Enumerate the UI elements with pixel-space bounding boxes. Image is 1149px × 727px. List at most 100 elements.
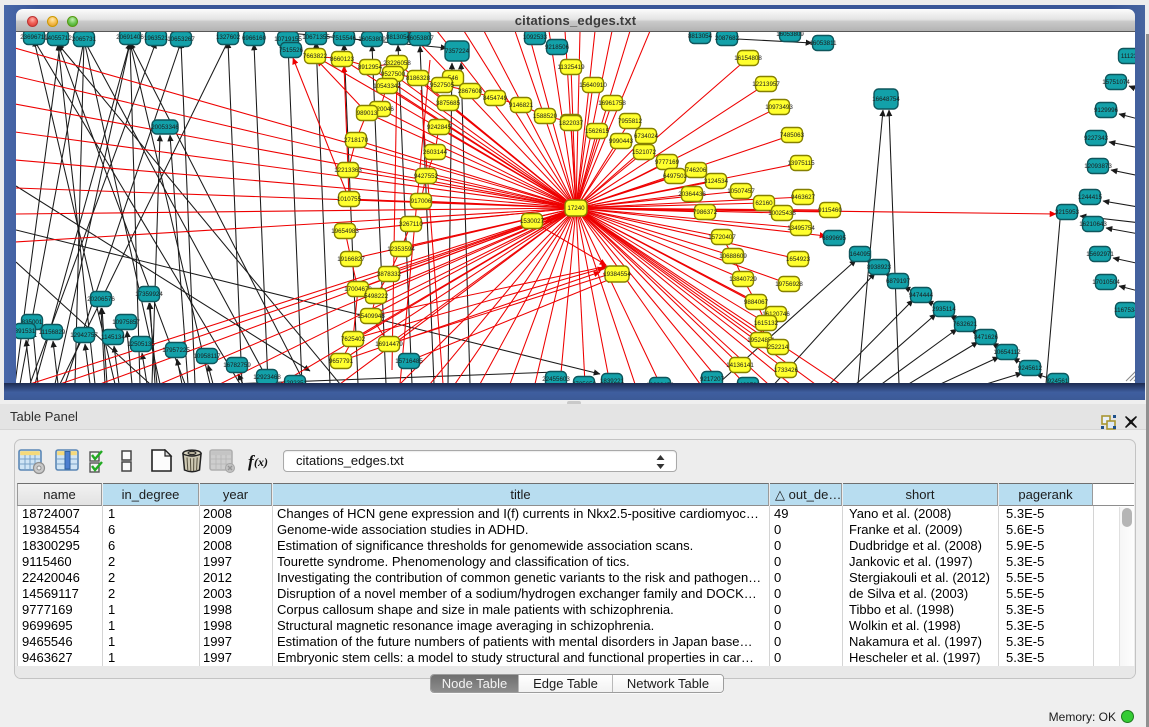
svg-text:9217207: 9217207 (700, 376, 725, 383)
svg-text:16914479: 16914479 (375, 341, 403, 348)
svg-text:16961758: 16961758 (598, 100, 626, 107)
svg-text:1963521: 1963521 (144, 35, 169, 42)
svg-text:15716485: 15716485 (395, 358, 423, 365)
svg-text:19756928: 19756928 (775, 281, 803, 288)
svg-text:1092533: 1092533 (523, 34, 548, 41)
svg-text:20364436: 20364436 (678, 191, 706, 198)
svg-text:16053811: 16053811 (809, 40, 837, 47)
svg-text:9129996: 9129996 (1094, 107, 1119, 114)
svg-text:10973493: 10973493 (765, 104, 793, 111)
svg-text:8660123: 8660123 (330, 56, 355, 63)
svg-text:16648754: 16648754 (872, 96, 900, 103)
svg-text:14055712: 14055712 (44, 35, 72, 42)
svg-text:10507457: 10507457 (727, 188, 755, 195)
svg-text:9245612: 9245612 (1018, 365, 1043, 372)
svg-text:2087682: 2087682 (715, 35, 740, 42)
svg-text:9527505: 9527505 (430, 82, 455, 89)
svg-text:8489709: 8489709 (736, 382, 761, 383)
svg-text:13495754: 13495754 (787, 225, 815, 232)
svg-text:7986372: 7986372 (693, 209, 718, 216)
svg-text:1292351: 1292351 (283, 380, 308, 383)
svg-text:17359924: 17359924 (135, 291, 163, 298)
svg-text:7632621: 7632621 (953, 321, 978, 328)
svg-text:5498222: 5498222 (364, 293, 389, 300)
svg-text:1839221: 1839221 (600, 378, 625, 383)
svg-text:1010755: 1010755 (337, 196, 362, 203)
svg-text:15409948: 15409948 (357, 313, 385, 320)
svg-text:9474444: 9474444 (909, 292, 934, 299)
svg-text:2718170: 2718170 (344, 137, 369, 144)
svg-text:11123: 11123 (1121, 53, 1135, 60)
svg-text:10688609: 10688609 (719, 253, 747, 260)
svg-text:9777169: 9777169 (655, 159, 680, 166)
svg-text:19654983: 19654983 (331, 228, 359, 235)
svg-text:16053809: 16053809 (776, 32, 804, 38)
svg-text:12213957: 12213957 (752, 81, 780, 88)
svg-text:12213363: 12213363 (334, 167, 362, 174)
svg-text:20691406: 20691406 (116, 34, 144, 41)
svg-text:3215953: 3215953 (1055, 209, 1080, 216)
svg-text:7515546: 7515546 (332, 35, 357, 42)
svg-text:11325419: 11325419 (557, 64, 585, 71)
svg-text:10654112: 10654112 (993, 349, 1021, 356)
svg-text:15720407: 15720407 (708, 234, 736, 241)
svg-text:9463627: 9463627 (791, 194, 816, 201)
svg-text:3124534: 3124534 (704, 178, 729, 185)
svg-text:17010504: 17010504 (1092, 279, 1120, 286)
svg-text:22455603: 22455603 (542, 376, 570, 383)
svg-text:1530027: 1530027 (520, 218, 545, 225)
svg-text:2867608: 2867608 (458, 88, 483, 95)
svg-text:10653267: 10653267 (167, 36, 195, 43)
svg-text:10228452: 10228452 (646, 382, 674, 383)
svg-text:13975115: 13975115 (787, 160, 815, 167)
svg-text:7663822: 7663822 (303, 53, 328, 60)
svg-text:1145134: 1145134 (101, 334, 125, 341)
svg-text:3267110: 3267110 (399, 221, 423, 228)
svg-text:16210643: 16210643 (1079, 221, 1107, 228)
svg-text:12353594: 12353594 (387, 246, 415, 253)
svg-text:15692971: 15692971 (1086, 251, 1114, 258)
svg-text:746206: 746206 (686, 167, 707, 174)
svg-text:9242845: 9242845 (427, 124, 452, 131)
svg-text:2603144: 2603144 (423, 149, 448, 156)
svg-text:7485063: 7485063 (780, 132, 805, 139)
svg-text:164095: 164095 (850, 251, 871, 258)
svg-text:10958117: 10958117 (193, 353, 221, 360)
svg-text:16782759: 16782759 (223, 362, 251, 369)
svg-text:1244415: 1244415 (1078, 194, 1103, 201)
svg-text:1521072: 1521072 (632, 149, 657, 156)
svg-text:2935114: 2935114 (932, 306, 956, 313)
svg-text:7357224: 7357224 (445, 48, 470, 55)
svg-text:8912954: 8912954 (358, 64, 383, 71)
svg-text:16053807: 16053807 (406, 35, 434, 42)
svg-text:13840729: 13840729 (729, 276, 757, 283)
svg-text:20053346: 20053346 (151, 124, 179, 131)
svg-text:1822037: 1822037 (559, 120, 584, 127)
svg-text:2065731: 2065731 (72, 36, 97, 43)
svg-text:9527500: 9527500 (381, 71, 406, 78)
svg-text:4735650: 4735650 (572, 381, 597, 383)
svg-text:1733426: 1733426 (774, 367, 799, 374)
svg-text:16154808: 16154808 (734, 55, 762, 62)
svg-text:8813054: 8813054 (688, 33, 713, 40)
svg-text:1167534: 1167534 (1114, 307, 1135, 314)
svg-text:252214: 252214 (768, 344, 789, 351)
svg-text:8186328: 8186328 (406, 75, 431, 82)
svg-text:11156829: 11156829 (39, 329, 66, 336)
svg-text:9990443: 9990443 (609, 138, 634, 145)
svg-text:924561: 924561 (1048, 378, 1069, 383)
svg-text:10543342: 10543342 (373, 83, 401, 90)
svg-text:10025438: 10025438 (768, 210, 796, 217)
svg-text:9884067: 9884067 (744, 299, 769, 306)
svg-text:9146821: 9146821 (509, 102, 534, 109)
svg-text:15640910: 15640910 (579, 82, 607, 89)
svg-text:8938923: 8938923 (867, 264, 892, 271)
svg-text:917006: 917006 (411, 198, 432, 205)
svg-text:19166827: 19166827 (337, 256, 365, 263)
svg-text:6899695: 6899695 (822, 235, 847, 242)
svg-text:9115460: 9115460 (818, 207, 842, 214)
svg-text:1588520: 1588520 (533, 113, 558, 120)
svg-text:9657791: 9657791 (329, 358, 354, 365)
svg-text:8471626: 8471626 (974, 334, 999, 341)
svg-text:7625402: 7625402 (341, 336, 366, 343)
